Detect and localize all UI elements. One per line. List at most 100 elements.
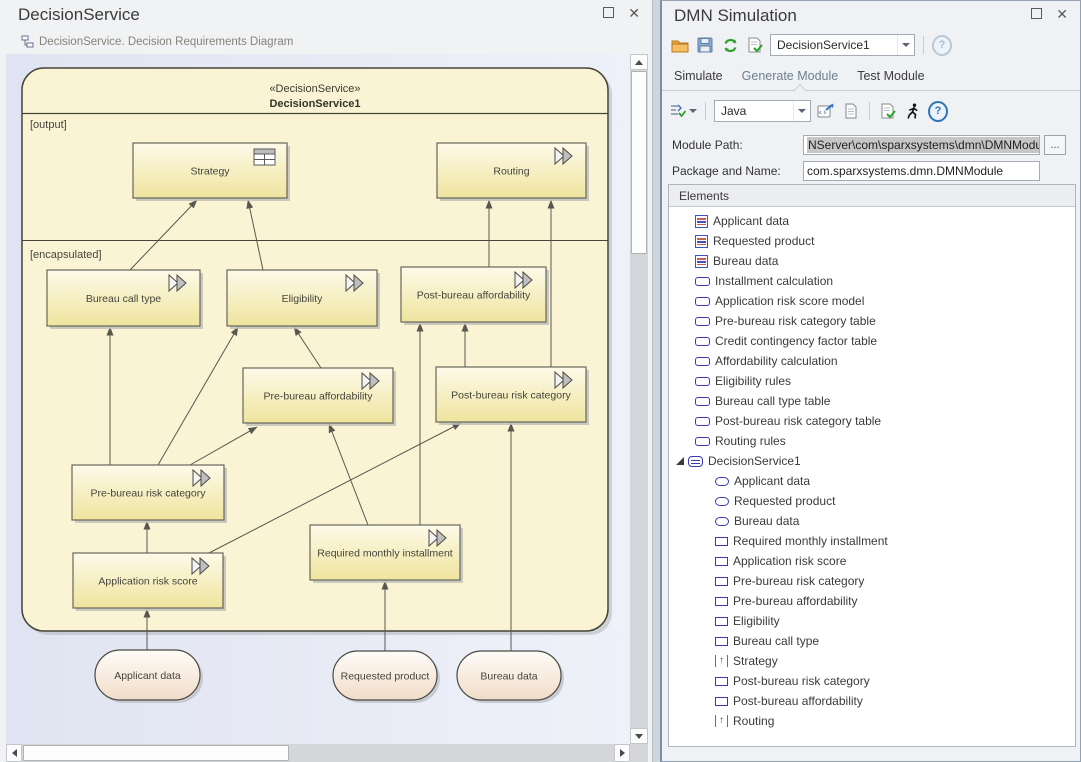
tab-simulate[interactable]: Simulate: [674, 69, 723, 83]
drd-node-pre-bureau-risk-category[interactable]: Pre-bureau risk category: [72, 465, 227, 523]
package-name-input[interactable]: com.sparxsystems.dmn.DMNModule: [803, 161, 1040, 181]
dmn-simulation-panel: DMN Simulation ✕: [660, 0, 1081, 762]
list-item[interactable]: Pre-bureau risk category: [669, 571, 1075, 591]
vertical-scroll-thumb[interactable]: [631, 71, 647, 254]
folder-icon: [671, 38, 689, 53]
list-item[interactable]: Applicant data: [669, 211, 1075, 231]
list-item[interactable]: Installment calculation: [669, 271, 1075, 291]
list-item[interactable]: Bureau data: [669, 511, 1075, 531]
node-label: Required monthly installment: [317, 548, 452, 560]
drd-node-post-bureau-affordability[interactable]: Post-bureau affordability: [401, 267, 549, 325]
maximize-icon[interactable]: [1031, 8, 1042, 19]
drd-input-applicant-data[interactable]: Applicant data: [95, 650, 203, 703]
decision-service-combo[interactable]: DecisionService1: [770, 34, 915, 56]
drd-node-eligibility[interactable]: Eligibility: [227, 270, 380, 329]
close-icon[interactable]: ✕: [1056, 9, 1068, 19]
drd-node-routing[interactable]: Routing: [437, 143, 589, 201]
drd-node-strategy[interactable]: Strategy: [133, 143, 290, 201]
help-button-disabled[interactable]: ?: [932, 35, 952, 55]
dmn-tab-bar: Simulate Generate Module Test Module: [662, 60, 1080, 91]
package-name-value: com.sparxsystems.dmn.DMNModule: [807, 164, 1003, 178]
help-button[interactable]: ?: [928, 101, 948, 121]
list-item[interactable]: Eligibility rules: [669, 371, 1075, 391]
list-item[interactable]: Requested product: [669, 231, 1075, 251]
list-item[interactable]: Applicant data: [669, 471, 1075, 491]
tab-test-module[interactable]: Test Module: [857, 69, 924, 83]
package-name-label: Package and Name:: [672, 164, 799, 178]
drd-input-requested-product[interactable]: Requested product: [333, 651, 440, 703]
combo-dropdown-button[interactable]: [793, 101, 810, 121]
vertical-scrollbar[interactable]: [630, 54, 648, 744]
browse-button[interactable]: ...: [1044, 135, 1066, 155]
scroll-down-button[interactable]: [630, 728, 648, 744]
input-data-node-icon: [715, 517, 729, 526]
scroll-up-button[interactable]: [630, 54, 648, 70]
node-label: Post-bureau risk category: [451, 390, 571, 402]
list-item-label: Strategy: [733, 654, 778, 668]
left-window-title: DecisionService: [18, 5, 140, 25]
list-item-label: Bureau data: [713, 254, 778, 268]
list-item[interactable]: ↑Routing: [669, 711, 1075, 731]
list-item-label: Affordability calculation: [715, 354, 838, 368]
list-item[interactable]: Affordability calculation: [669, 351, 1075, 371]
list-item[interactable]: Credit contingency factor table: [669, 331, 1075, 351]
maximize-icon[interactable]: [603, 7, 614, 18]
refresh-button[interactable]: [720, 35, 740, 55]
tab-generate-module[interactable]: Generate Module: [742, 69, 839, 83]
horizontal-scroll-thumb[interactable]: [23, 745, 289, 761]
list-item[interactable]: Requested product: [669, 491, 1075, 511]
view-source-button[interactable]: [841, 101, 861, 121]
validate-document-icon: [880, 103, 897, 120]
list-item[interactable]: ↑Strategy: [669, 651, 1075, 671]
list-item[interactable]: Routing rules: [669, 431, 1075, 451]
close-icon[interactable]: ✕: [628, 8, 640, 18]
node-label: Routing: [493, 166, 529, 178]
drd-node-post-bureau-risk-category[interactable]: Post-bureau risk category: [436, 367, 589, 425]
drd-node-required-monthly-installment[interactable]: Required monthly installment: [310, 525, 463, 583]
scroll-left-button[interactable]: [6, 744, 22, 762]
validate-button[interactable]: [745, 35, 765, 55]
diagram-icon: [21, 35, 35, 49]
list-item[interactable]: Eligibility: [669, 611, 1075, 631]
list-item-label: Bureau call type table: [715, 394, 830, 408]
list-item-label: Eligibility: [733, 614, 780, 628]
validate-module-button[interactable]: [878, 101, 898, 121]
open-in-editor-button[interactable]: [816, 101, 836, 121]
drd-node-bureau-call-type[interactable]: Bureau call type: [47, 270, 203, 329]
list-item[interactable]: Pre-bureau affordability: [669, 591, 1075, 611]
combo-dropdown-button[interactable]: [897, 35, 914, 55]
module-path-input[interactable]: NServer\com\sparxsystems\dmn\DMNModule.j…: [803, 135, 1040, 155]
list-item[interactable]: Bureau call type: [669, 631, 1075, 651]
horizontal-scrollbar[interactable]: [6, 744, 630, 762]
list-item[interactable]: Required monthly installment: [669, 531, 1075, 551]
business-knowledge-icon: [695, 437, 710, 446]
drd-node-pre-bureau-affordability[interactable]: Pre-bureau affordability: [243, 368, 396, 426]
output-decision-icon: ↑: [715, 715, 728, 727]
run-module-button[interactable]: [903, 101, 923, 121]
input-data-node-icon: [715, 497, 729, 506]
list-item[interactable]: Post-bureau risk category: [669, 671, 1075, 691]
input-data-icon: [695, 235, 708, 248]
decision-node-icon: [715, 537, 728, 546]
scroll-right-button[interactable]: [614, 744, 630, 762]
elements-header-label: Elements: [679, 189, 729, 203]
arrow-left-icon: [12, 749, 17, 757]
list-item[interactable]: Post-bureau risk category table: [669, 411, 1075, 431]
drd-node-application-risk-score[interactable]: Application risk score: [73, 553, 226, 611]
list-item[interactable]: Bureau data: [669, 251, 1075, 271]
node-label: Pre-bureau affordability: [264, 391, 374, 403]
save-button[interactable]: [695, 35, 715, 55]
list-item[interactable]: Application risk score: [669, 551, 1075, 571]
language-combo[interactable]: Java: [714, 100, 811, 122]
open-folder-button[interactable]: [670, 35, 690, 55]
list-item[interactable]: Pre-bureau risk category table: [669, 311, 1075, 331]
drd-input-bureau-data[interactable]: Bureau data: [457, 651, 564, 703]
list-item[interactable]: DecisionService1: [669, 451, 1075, 471]
list-item[interactable]: Bureau call type table: [669, 391, 1075, 411]
list-item[interactable]: Post-bureau affordability: [669, 691, 1075, 711]
list-item[interactable]: Application risk score model: [669, 291, 1075, 311]
input-data-icon: [695, 255, 708, 268]
tree-expander-icon[interactable]: [676, 457, 684, 465]
list-item-label: Required monthly installment: [733, 534, 888, 548]
generate-scripts-button[interactable]: [670, 103, 697, 119]
